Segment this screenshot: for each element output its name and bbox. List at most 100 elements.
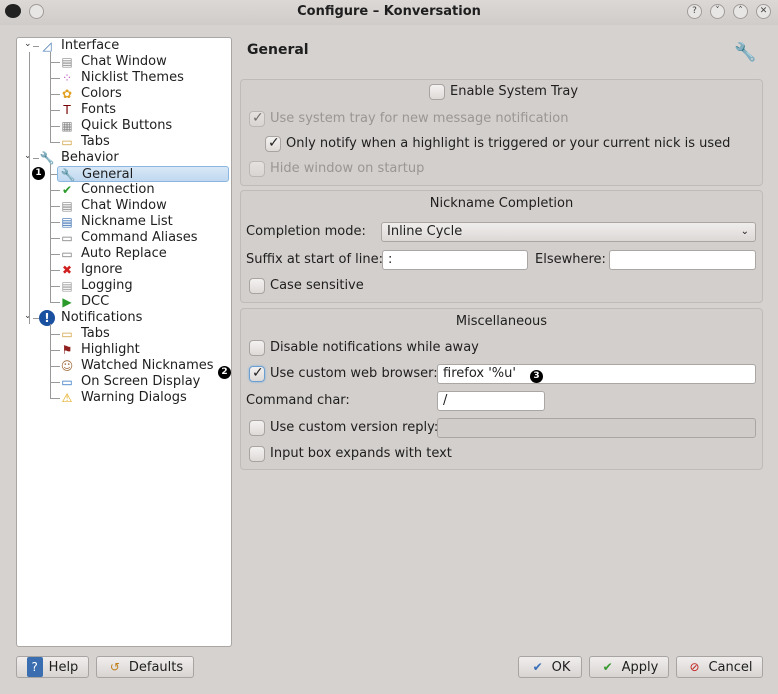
miscellaneous-title: Miscellaneous [455,314,548,329]
tree-line [29,52,30,324]
help-title-button[interactable]: ? [687,4,702,19]
tree-item-chat-window[interactable]: ▤ Chat Window [57,198,166,214]
cancel-button[interactable]: ⊘ Cancel [676,656,763,678]
ok-button[interactable]: ✔ OK [518,656,582,678]
tree-item-general[interactable]: 🔧 General [57,166,229,182]
completion-mode-select[interactable]: Inline Cycle ⌄ [381,222,756,242]
hide-window-checkbox[interactable] [249,161,265,177]
nickname-completion-group: Nickname Completion Completion mode: Inl… [240,190,763,303]
quick-buttons-icon: ▦ [61,119,73,133]
custom-browser-value: firefox '%u' [443,366,516,381]
tree-item-label: Warning Dialogs [81,390,187,405]
tree-item-dcc[interactable]: ▶ DCC [57,294,109,310]
tree-item-warning-dialogs[interactable]: ⚠ Warning Dialogs [57,390,187,406]
completion-mode-value: Inline Cycle [387,224,463,239]
warning-icon: ⚠ [61,391,73,405]
ignore-icon: ✖ [61,263,73,277]
command-char-label: Command char: [246,393,350,408]
custom-browser-checkbox[interactable] [249,365,265,382]
custom-version-checkbox[interactable] [249,420,265,436]
only-notify-label: Only notify when a highlight is triggere… [286,136,731,151]
tree-item-tabs[interactable]: ▭ Tabs [57,134,110,150]
watched-nicknames-icon: ☺ [60,359,74,373]
hide-window-label: Hide window on startup [270,161,425,176]
expand-chevron-icon[interactable]: ⌄ [24,151,32,161]
colors-icon: ✿ [61,87,73,101]
tree-item-label: Logging [81,278,133,293]
custom-browser-label: Use custom web browser: [270,366,438,381]
info-icon: ! [39,310,55,326]
tree-item-command-aliases[interactable]: ▭ Command Aliases [57,230,198,246]
tree-item-highlight[interactable]: ⚑ Highlight [57,342,140,358]
tree-group-notifications[interactable]: ! Notifications [37,310,142,326]
nickname-completion-title: Nickname Completion [429,196,574,211]
use-tray-checkbox[interactable] [249,110,265,127]
close-button[interactable]: ✕ [756,4,771,19]
apply-check-icon: ✔ [602,660,613,674]
apply-button[interactable]: ✔ Apply [589,656,669,678]
tabs-icon: ▭ [61,327,73,341]
tree-item-ignore[interactable]: ✖ Ignore [57,262,122,278]
minimize-button[interactable]: ˅ [710,4,725,19]
tree-line [50,164,51,302]
tree-item-label: Quick Buttons [81,118,173,133]
nickname-list-icon: ▤ [61,215,73,229]
maximize-button[interactable]: ˄ [733,4,748,19]
tree-line [50,324,51,398]
wrench-icon: 🔧 [39,151,55,165]
tree-item-chat-window[interactable]: ▤ Chat Window [57,54,166,70]
enable-tray-label: Enable System Tray [450,84,579,99]
connection-icon: ✔ [61,183,73,197]
defaults-button[interactable]: ↺ Defaults [96,656,194,678]
dcc-icon: ▶ [62,295,72,309]
only-notify-checkbox[interactable] [265,135,281,152]
category-tree[interactable]: ⌄ ◿ Interface ▤ Chat Window ⁘ Nicklist Themes ✿… [16,37,232,647]
suffix-input[interactable]: : [382,250,528,270]
badge-3: 3 [529,370,543,383]
tree-item-connection[interactable]: ✔ Connection [57,182,155,198]
page-title: General [247,42,309,58]
custom-version-label: Use custom version reply: [270,420,439,435]
case-sensitive-label: Case sensitive [270,278,364,293]
flag-icon: ⚑ [61,343,73,357]
expand-chevron-icon[interactable]: ⌄ [24,311,32,321]
interface-icon: ◿ [42,39,52,53]
tree-item-label: Tabs [81,134,110,149]
tree-item-quick-buttons[interactable]: ▦ Quick Buttons [57,118,172,134]
tree-item-watched-nicknames[interactable]: ☺ Watched Nicknames [57,358,214,374]
help-button[interactable]: ? Help [16,656,89,678]
custom-version-input[interactable] [437,418,756,438]
tree-item-label: On Screen Display [81,374,201,389]
tree-item-fonts[interactable]: T Fonts [57,102,116,118]
tree-item-label: Command Aliases [81,230,198,245]
tree-item-label: Watched Nicknames [81,358,214,373]
custom-browser-input[interactable]: firefox '%u' 3 [437,364,756,384]
elsewhere-label: Elsewhere: [535,252,606,267]
expand-chevron-icon[interactable]: ⌄ [24,39,32,49]
completion-mode-label: Completion mode: [246,224,366,239]
enable-tray-checkbox[interactable] [429,84,445,100]
tree-item-auto-replace[interactable]: ▭ Auto Replace [57,246,166,262]
auto-replace-icon: ▭ [61,247,73,261]
elsewhere-input[interactable] [609,250,756,270]
command-aliases-icon: ▭ [61,231,73,245]
input-expands-checkbox[interactable] [249,446,265,462]
suffix-label: Suffix at start of line: [246,252,383,267]
tree-item-label: Fonts [81,102,117,117]
badge-1: 1 [32,167,45,180]
wrench-icon: 🔧 [734,42,757,63]
case-sensitive-checkbox[interactable] [249,278,265,294]
tree-item-on-screen-display[interactable]: ▭ On Screen Display [57,374,200,390]
tree-item-colors[interactable]: ✿ Colors [57,86,122,102]
window-title: Configure – Konversation [297,4,481,19]
command-char-input[interactable]: / [437,391,545,411]
tree-item-nickname-list[interactable]: ▤ Nickname List [57,214,172,230]
disable-notifications-checkbox[interactable] [249,340,265,356]
tree-item-nicklist-themes[interactable]: ⁘ Nicklist Themes [57,70,184,86]
tree-item-label: Notifications [61,310,143,325]
monitor-icon: ▭ [61,375,73,389]
tree-item-tabs[interactable]: ▭ Tabs [57,326,109,342]
tree-item-logging[interactable]: ▤ Logging [57,278,133,294]
tree-item-label: Nicklist Themes [81,70,184,85]
tree-line [50,52,51,142]
